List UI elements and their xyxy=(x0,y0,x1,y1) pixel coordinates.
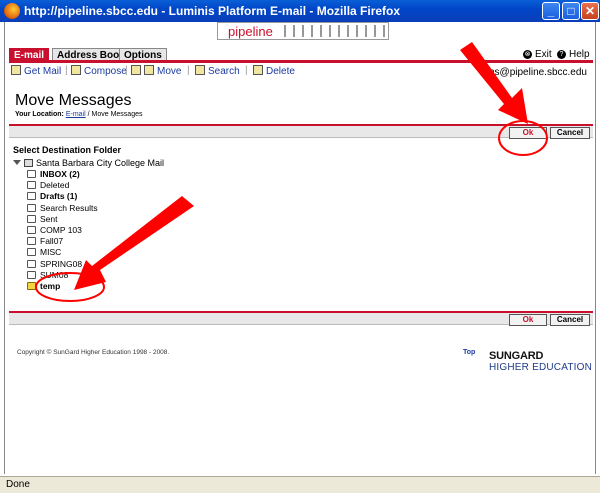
breadcrumb-label: Your Location: xyxy=(15,111,64,118)
higher-education-logo: HIGHER EDUCATION xyxy=(489,362,593,373)
get-mail-icon xyxy=(11,65,21,75)
window-title: http://pipeline.sbcc.edu - Luminis Platf… xyxy=(24,4,401,18)
tab-underline xyxy=(9,60,593,63)
move-button[interactable]: Move xyxy=(131,65,181,77)
window-title-bar: http://pipeline.sbcc.edu - Luminis Platf… xyxy=(0,0,600,22)
help-link[interactable]: ? Help xyxy=(557,49,590,60)
bottom-action-bar: Ok Cancel xyxy=(9,311,593,326)
cancel-button-top[interactable]: Cancel xyxy=(550,127,590,139)
folder-icon xyxy=(27,170,36,178)
tree-root[interactable]: Santa Barbara City College Mail xyxy=(13,158,164,168)
folder-label: SPRING08 xyxy=(40,258,83,269)
copyright-text: Copyright © SunGard Higher Education 199… xyxy=(17,349,170,356)
status-text: Done xyxy=(6,479,30,490)
trash-icon xyxy=(253,65,263,75)
folder-icon xyxy=(27,181,36,190)
folder-icon xyxy=(27,192,36,201)
minimize-button[interactable]: _ xyxy=(542,2,560,20)
folder-label: SUM08 xyxy=(40,269,69,280)
delete-label: Delete xyxy=(266,66,295,77)
folder-label: Search Results xyxy=(40,202,98,213)
folder-icon xyxy=(144,65,154,75)
open-folder-icon xyxy=(27,282,36,290)
help-label: Help xyxy=(569,49,590,60)
toolbar-separator: | xyxy=(187,65,190,76)
folder-item[interactable]: MISC xyxy=(27,247,61,258)
tree-root-label: Santa Barbara City College Mail xyxy=(36,158,165,168)
page-content: pipeline E-mail Address Book Options ⊗ Ex… xyxy=(4,22,596,474)
folder-icon xyxy=(27,237,36,246)
top-action-bar: Ok Cancel xyxy=(9,124,593,139)
pipeline-banner: pipeline xyxy=(217,22,389,40)
folder-label: Deleted xyxy=(40,180,70,191)
folder-icon xyxy=(27,226,36,234)
folder-icon xyxy=(27,259,36,268)
exit-link[interactable]: ⊗ Exit xyxy=(523,49,552,60)
sungard-logo: SUNGARD xyxy=(489,350,544,362)
folder-label: Drafts (1) xyxy=(40,191,78,202)
folder-label: MISC xyxy=(40,247,62,258)
exit-label: Exit xyxy=(535,49,552,60)
pipeline-logo: pipeline xyxy=(228,24,273,39)
folder-label: COMP 103 xyxy=(40,225,82,235)
breadcrumb-current: / Move Messages xyxy=(87,111,143,118)
breadcrumb: Your Location: E-mail / Move Messages xyxy=(15,111,142,118)
folder-item[interactable]: Drafts (1) xyxy=(27,191,77,202)
folder-label: Fall07 xyxy=(40,236,64,247)
ok-button-bottom[interactable]: Ok xyxy=(509,314,547,326)
folder-label: Sent xyxy=(40,213,58,224)
toolbar-separator: | xyxy=(245,65,248,76)
search-button[interactable]: Search xyxy=(195,65,240,77)
folder-icon xyxy=(27,248,36,257)
folder-item[interactable]: SPRING08 xyxy=(27,259,82,270)
folder-label: temp xyxy=(40,281,61,291)
top-link[interactable]: Top xyxy=(463,349,475,356)
compose-icon xyxy=(71,65,81,75)
ok-button-top[interactable]: Ok xyxy=(509,127,547,139)
close-window-button[interactable]: ✕ xyxy=(581,2,599,20)
firefox-icon xyxy=(4,3,20,19)
folder-item[interactable]: Deleted xyxy=(27,180,69,191)
cancel-button-bottom[interactable]: Cancel xyxy=(550,314,590,326)
folder-icon xyxy=(27,270,36,279)
user-email: tkins@pipeline.sbcc.edu xyxy=(479,67,587,78)
folder-item[interactable]: Search Results xyxy=(27,203,98,214)
folder-icon xyxy=(27,214,36,223)
delete-button[interactable]: Delete xyxy=(253,65,295,77)
binoculars-icon xyxy=(195,65,205,75)
folder-item[interactable]: SUM08 xyxy=(27,270,68,281)
move-label: Move xyxy=(157,66,182,77)
maximize-button[interactable]: □ xyxy=(562,2,580,20)
breadcrumb-email-link[interactable]: E-mail xyxy=(66,111,86,118)
search-label: Search xyxy=(208,66,240,77)
compose-button[interactable]: Compose xyxy=(71,65,127,77)
help-icon: ? xyxy=(557,49,566,59)
mailbox-icon xyxy=(24,159,33,167)
folder-label: INBOX (2) xyxy=(40,169,80,179)
get-mail-button[interactable]: Get Mail xyxy=(11,65,61,77)
folder-item[interactable]: Fall07 xyxy=(27,236,63,247)
folder-item[interactable]: COMP 103 xyxy=(27,225,82,236)
toolbar-separator: | xyxy=(125,65,128,76)
exit-icon: ⊗ xyxy=(523,49,532,59)
toolbar-separator: | xyxy=(65,65,68,76)
move-icon xyxy=(131,65,141,75)
folder-item[interactable]: temp xyxy=(27,281,60,292)
folder-icon xyxy=(27,203,36,212)
page-title: Move Messages xyxy=(15,92,132,109)
get-mail-label: Get Mail xyxy=(24,66,62,77)
collapse-icon[interactable] xyxy=(13,160,21,165)
compose-label: Compose xyxy=(84,66,127,77)
select-destination-heading: Select Destination Folder xyxy=(13,145,122,155)
folder-item[interactable]: Sent xyxy=(27,214,58,225)
folder-item[interactable]: INBOX (2) xyxy=(27,169,80,180)
trees-graphic xyxy=(284,25,386,37)
status-bar: Done xyxy=(0,476,600,493)
